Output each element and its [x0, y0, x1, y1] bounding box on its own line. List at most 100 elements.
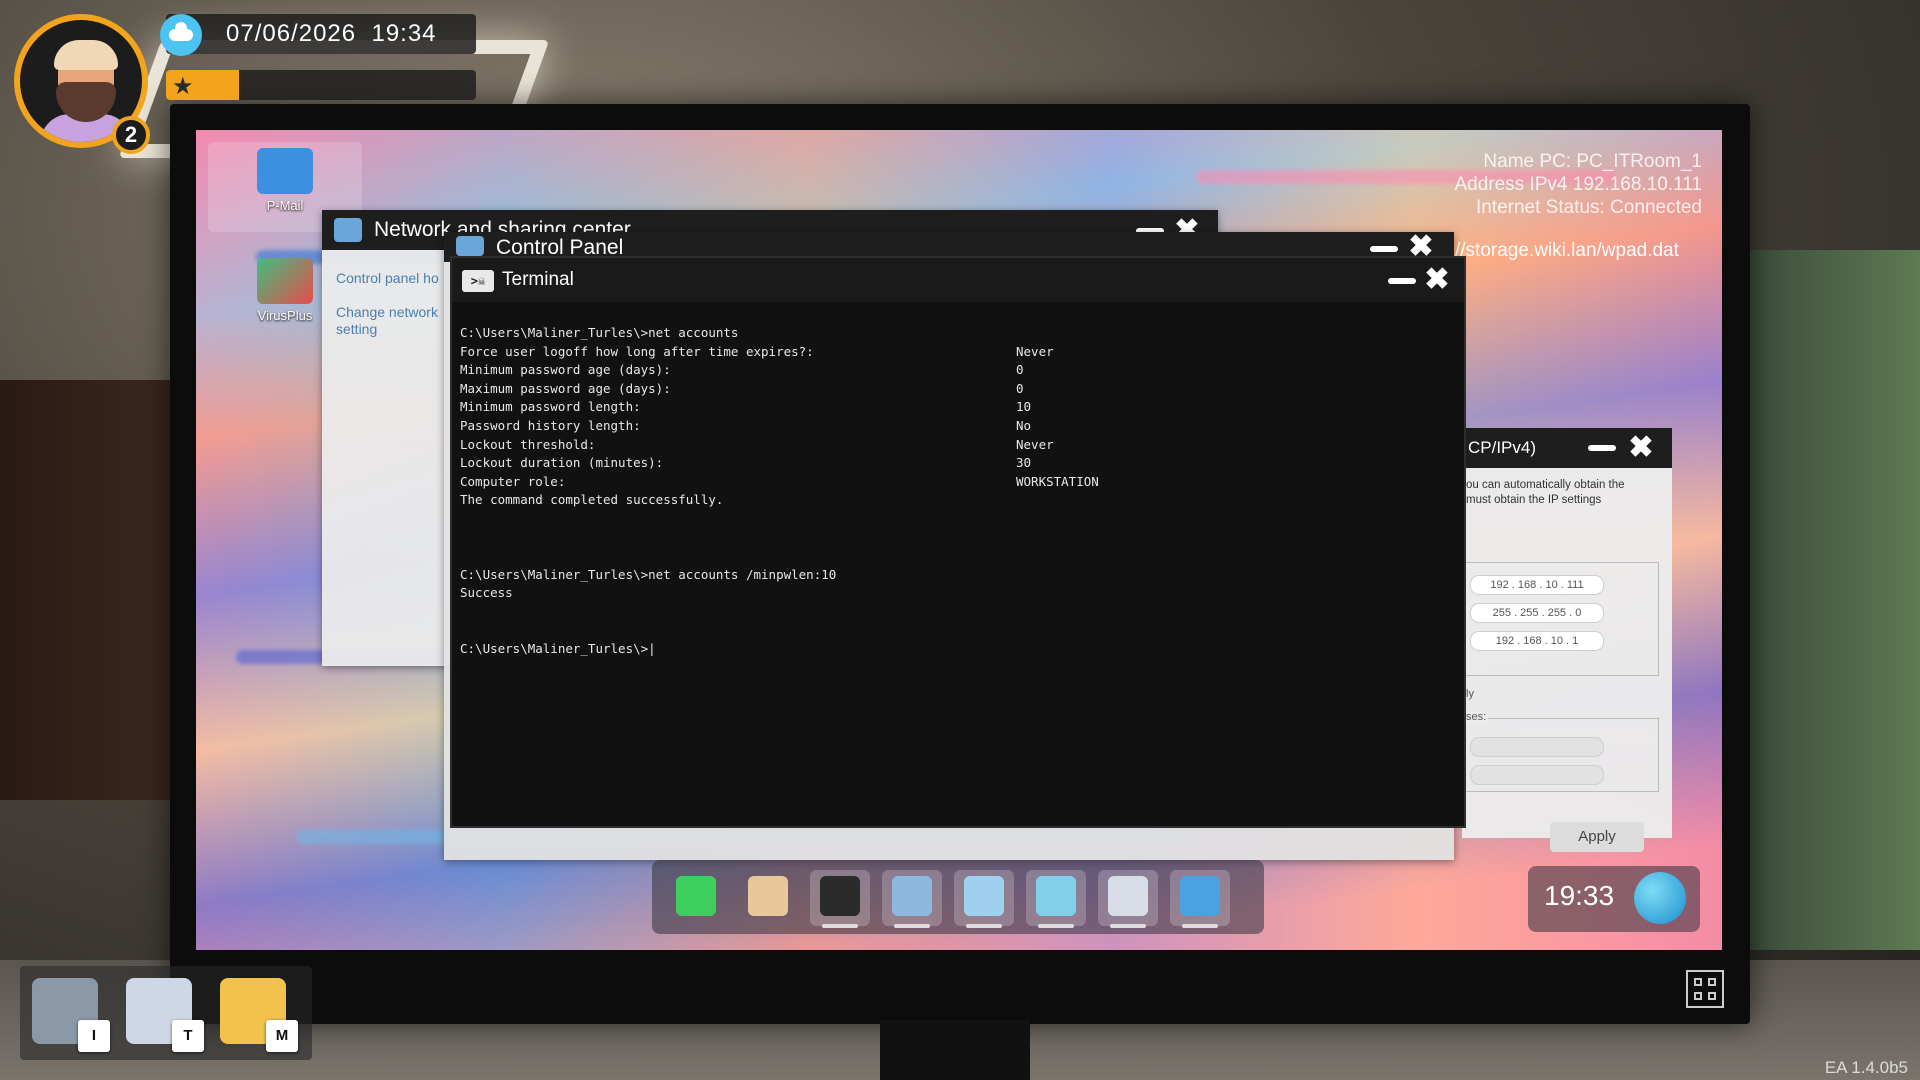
terminal-line: Lockout threshold: Never [460, 436, 1456, 455]
terminal-icon: >☠ [462, 270, 494, 292]
desktop-icon-pmail[interactable]: P-Mail [210, 148, 360, 213]
terminal-line-value: Never [1016, 436, 1054, 452]
close-button[interactable]: ✖ [1424, 265, 1450, 295]
dns-group: ses: [1462, 711, 1659, 792]
control-panel-home-link[interactable]: Control panel ho [336, 270, 456, 287]
browser-icon [1036, 876, 1076, 916]
dns-option-label: ly [1466, 688, 1474, 700]
terminal-line-value: No [1016, 417, 1032, 433]
terminal-line-text: Force user logoff how long after time ex… [460, 343, 814, 359]
partly-cloudy-icon [160, 14, 202, 56]
preferred-dns-field[interactable] [1470, 737, 1604, 757]
monitor-stand [880, 1020, 1030, 1080]
taskbar-item[interactable] [1026, 870, 1086, 928]
ipv4-desc-line: must obtain the IP settings [1466, 494, 1602, 506]
virusplus-icon [257, 258, 313, 304]
terminal-line: Force user logoff how long after time ex… [460, 343, 1456, 362]
wpad-url: //storage.wiki.lan/wpad.dat [1455, 240, 1679, 261]
terminal-line-text: Success [460, 585, 513, 601]
taskbar-item[interactable] [810, 870, 870, 928]
window-title: CP/IPv4) [1468, 438, 1537, 457]
mail-icon [257, 148, 313, 194]
terminal-line: Success [460, 584, 1456, 603]
hotkey-label: I [78, 1020, 110, 1052]
date-text: 07/06/2026 [226, 20, 357, 47]
taskbar-item[interactable] [666, 870, 726, 926]
minimize-button[interactable] [1370, 246, 1398, 252]
room-wall [1740, 250, 1920, 950]
terminal-line-text: Minimum password length: [460, 399, 641, 415]
default-gateway-field[interactable]: 192 . 168 . 10 . 1 [1470, 631, 1604, 651]
terminal-line-text: C:\Users\Maliner_Turles\>net accounts /m… [460, 566, 837, 582]
taskbar-item[interactable] [954, 870, 1014, 928]
terminal-line-value: 0 [1016, 362, 1024, 378]
close-button[interactable]: ✖ [1628, 433, 1654, 463]
terminal-line-text: C:\Users\Maliner_Turles\>| [460, 641, 656, 657]
running-indicator [1182, 924, 1218, 928]
terminal-window: >☠ Terminal ✖ C:\Users\Maliner_Turles\>n… [450, 256, 1466, 828]
terminal-line-value: 30 [1016, 455, 1032, 471]
apply-button[interactable]: Apply [1550, 822, 1644, 852]
terminal-icon [820, 876, 860, 916]
network-center-icon [964, 876, 1004, 916]
terminal-line-text: Maximum password age (days): [460, 380, 671, 396]
window-titlebar: >☠ Terminal ✖ [452, 258, 1464, 302]
terminal-line-value: 10 [1016, 399, 1032, 415]
dns-group-label: ses: [1464, 711, 1489, 723]
terminal-output[interactable]: C:\Users\Maliner_Turles\>net accounts For… [460, 324, 1456, 659]
terminal-line-text: Password history length: [460, 417, 641, 433]
taskbar [652, 860, 1264, 934]
alternate-dns-field[interactable] [1470, 765, 1604, 785]
internet-status: Internet Status: Connected [1475, 197, 1702, 218]
ip-address-field[interactable]: 192 . 168 . 10 . 111 [1470, 575, 1604, 595]
taskbar-item[interactable] [882, 870, 942, 928]
running-indicator [1038, 924, 1074, 928]
running-indicator [894, 924, 930, 928]
terminal-line-value: Never [1016, 343, 1054, 359]
start-icon [676, 876, 716, 916]
terminal-line-text: C:\Users\Maliner_Turles\>net accounts [460, 325, 739, 340]
ipv4-desc-line: ou can automatically obtain the [1466, 479, 1625, 491]
level-badge: 2 [112, 116, 150, 154]
terminal-line-text: Minimum password age (days): [460, 362, 671, 378]
minimize-button[interactable] [1388, 278, 1416, 284]
terminal-line: C:\Users\Maliner_Turles\>net accounts [460, 324, 1456, 343]
grid-menu-button[interactable] [1686, 970, 1724, 1008]
running-indicator [1110, 924, 1146, 928]
network-center-icon [334, 218, 362, 242]
time-text: 19:34 [371, 20, 437, 47]
ip-address: Address IPv4 192.168.10.111 [1454, 174, 1702, 195]
terminal-line: Password history length: No [460, 417, 1456, 436]
network-globe-icon[interactable] [1634, 872, 1686, 924]
system-info: Name PC: PC_ITRoom_1 Address IPv4 192.16… [1454, 150, 1702, 219]
terminal-line-text: Lockout duration (minutes): [460, 455, 664, 471]
terminal-line: C:\Users\Maliner_Turles\>| [460, 640, 1456, 659]
taskbar-item[interactable] [1170, 870, 1230, 928]
desktop-icon-label: VirusPlus [257, 308, 313, 323]
terminal-line: C:\Users\Maliner_Turles\>net accounts /m… [460, 566, 1456, 585]
running-indicator [822, 924, 858, 928]
terminal-line: Minimum password length: 10 [460, 398, 1456, 417]
change-network-setting-link[interactable]: Change network setting [336, 304, 456, 338]
subnet-mask-field[interactable]: 255 . 255 . 255 . 0 [1470, 603, 1604, 623]
file-manager-icon [748, 876, 788, 916]
network-links: Control panel ho Change network setting [336, 270, 456, 338]
version-label: EA 1.4.0b5 [1824, 1058, 1908, 1077]
taskbar-item[interactable] [1098, 870, 1158, 928]
terminal-line: Lockout duration (minutes): 30 [460, 454, 1456, 473]
minimize-button[interactable] [1588, 445, 1616, 451]
desktop-icon-label: P-Mail [266, 198, 304, 213]
datetime: 07/06/2026 19:34 [226, 20, 437, 48]
tray-clock: 19:33 [1544, 880, 1615, 911]
window-title: Terminal [502, 269, 574, 290]
ip-settings-group: 192 . 168 . 10 . 111 255 . 255 . 255 . 0… [1462, 562, 1659, 676]
running-indicator [966, 924, 1002, 928]
pc-name: Name PC: PC_ITRoom_1 [1483, 151, 1702, 172]
taskbar-item[interactable] [738, 870, 798, 926]
ipv4-properties-window: CP/IPv4) ✖ ou can automatically obtain t… [1462, 428, 1672, 852]
control-panel-icon [892, 876, 932, 916]
terminal-line-text: The command completed successfully. [460, 492, 724, 508]
